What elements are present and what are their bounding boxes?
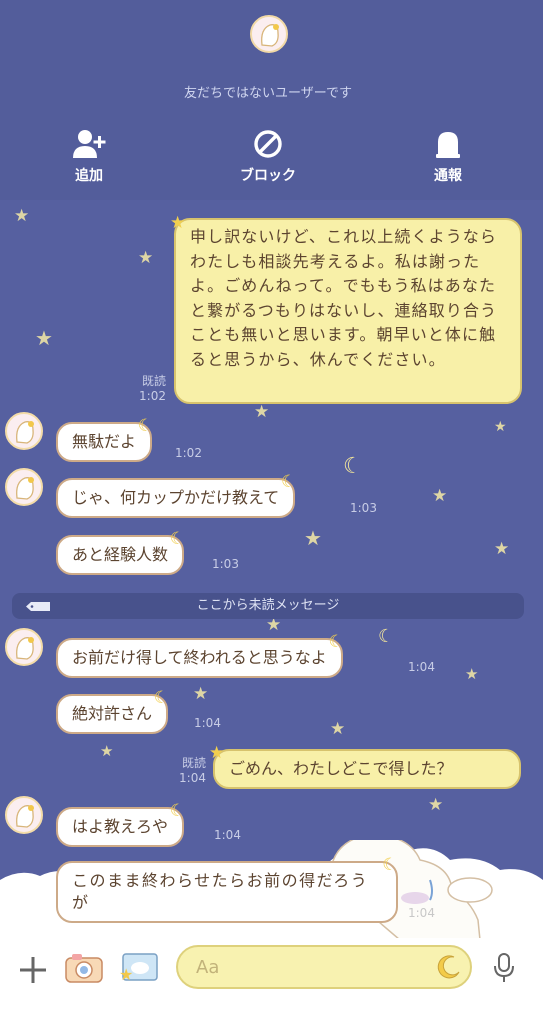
star-icon: ★ (138, 248, 154, 268)
message-meta: 既読 1:02 (128, 374, 166, 404)
message-bubble-outgoing[interactable]: ★ ごめん、わたしどこで得した？ (209, 743, 521, 789)
message-time: 1:04 (408, 906, 435, 920)
star-icon: ★ (193, 684, 209, 704)
moon-icon: ☾ (343, 454, 363, 479)
star-icon: ★ (304, 526, 322, 550)
report-icon (436, 132, 460, 158)
avatar-image (16, 477, 34, 500)
message-time: 1:04 (408, 660, 435, 674)
message-time: 1:03 (212, 557, 239, 571)
message-text: ごめん、わたしどこで得した？ (229, 759, 453, 778)
camera-icon[interactable] (64, 950, 104, 986)
add-friend-icon (73, 130, 106, 158)
message-time: 1:02 (175, 446, 202, 460)
moon-icon: ☾ (378, 626, 395, 647)
moon-icon: ☾ (169, 529, 186, 549)
contact-avatar[interactable] (250, 15, 288, 53)
moon-icon: ☾ (280, 472, 297, 492)
star-icon: ★ (170, 213, 187, 233)
read-receipt: 既読 (181, 756, 206, 770)
message-text: このまま終わらせたらお前の得だろうが (72, 871, 369, 912)
sender-avatar[interactable] (5, 468, 43, 506)
block-button[interactable]: ブロック (223, 128, 313, 185)
chat-screen: ★ ★ ★ ★ ★ ★ ★ ★ ★ ★ ★ ★ ★ ★ ☾ ☾ 友だちではないユ… (0, 0, 543, 1024)
chat-header: 友だちではないユーザーです 追加 ブロック 通報 (0, 0, 543, 200)
moon-icon: ☾ (169, 801, 186, 821)
avatar-image (261, 24, 279, 47)
read-receipt: 既読 (141, 374, 166, 388)
tag-icon (26, 602, 50, 611)
avatar-image (16, 805, 34, 828)
star-icon: ★ (14, 206, 30, 226)
message-text: 申し訳ないけど、これ以上続くようならわたしも相談先考えるよ。私は謝ったよ。ごめん… (190, 227, 498, 369)
unread-divider: ここから未読メッセージ (12, 593, 524, 619)
moon-icon: ☾ (382, 855, 399, 875)
message-bubble-incoming[interactable]: ☾ 無駄だよ (56, 416, 153, 462)
block-icon (254, 130, 282, 158)
message-bubble-outgoing[interactable]: ★ 申し訳ないけど、これ以上続くようならわたしも相談先考えるよ。私は謝ったよ。ご… (170, 213, 522, 404)
moon-icon: ☾ (328, 632, 344, 652)
photo-icon[interactable]: ★ (115, 950, 161, 986)
avatar-image (16, 637, 34, 660)
message-meta: 既読 1:04 (170, 756, 206, 786)
moon-icon: ☾ (137, 416, 154, 436)
sender-avatar[interactable] (5, 796, 43, 834)
microphone-icon[interactable] (492, 952, 516, 984)
message-time: 1:04 (214, 828, 241, 842)
star-icon: ★ (465, 665, 479, 683)
report-button[interactable]: 通報 (403, 128, 493, 185)
message-bubble-incoming[interactable]: ☾ はよ教えろや (56, 801, 185, 847)
block-label: ブロック (240, 168, 296, 184)
non-friend-notice: 友だちではないユーザーです (184, 86, 352, 101)
report-label: 通報 (434, 168, 462, 184)
message-bubble-incoming[interactable]: ☾ じゃ、何カップかだけ教えて (56, 472, 296, 518)
star-icon: ★ (100, 742, 114, 760)
message-text: あと経験人数 (72, 545, 169, 564)
message-text: お前だけ得して終われると思うなよ (72, 648, 327, 667)
message-text: 絶対許さん (72, 704, 153, 723)
moon-icon[interactable] (436, 954, 462, 980)
star-icon: ★ (428, 795, 444, 815)
message-time: 1:04 (179, 771, 206, 785)
svg-text:★: ★ (119, 965, 133, 984)
message-time: 1:04 (194, 716, 221, 730)
message-time: 1:03 (350, 501, 377, 515)
star-icon: ★ (494, 539, 510, 559)
message-time: 1:02 (139, 389, 166, 403)
add-friend-label: 追加 (75, 168, 103, 184)
star-icon: ★ (330, 719, 346, 739)
sender-avatar[interactable] (5, 628, 43, 666)
star-icon: ★ (35, 326, 53, 350)
unread-divider-label: ここから未読メッセージ (196, 598, 340, 613)
message-bubble-incoming[interactable]: ☾ お前だけ得して終われると思うなよ (56, 632, 344, 678)
star-icon: ★ (254, 402, 270, 422)
star-icon: ★ (209, 743, 225, 763)
message-text: じゃ、何カップかだけ教えて (72, 488, 280, 507)
message-text: 無駄だよ (72, 432, 137, 451)
message-text: はよ教えろや (72, 817, 169, 836)
message-bubble-incoming[interactable]: ☾ このまま終わらせたらお前の得だろうが (56, 855, 398, 923)
message-bubble-incoming[interactable]: ☾ あと経験人数 (56, 529, 185, 575)
star-icon: ★ (432, 486, 448, 506)
add-friend-button[interactable]: 追加 (44, 128, 134, 185)
message-input[interactable] (176, 945, 472, 989)
moon-icon: ☾ (153, 688, 170, 708)
star-icon: ★ (266, 615, 282, 635)
avatar-image (16, 421, 34, 444)
star-icon: ★ (494, 419, 507, 435)
sender-avatar[interactable] (5, 412, 43, 450)
plus-icon[interactable] (18, 955, 48, 985)
message-bubble-incoming[interactable]: ☾ 絶対許さん (56, 688, 169, 734)
